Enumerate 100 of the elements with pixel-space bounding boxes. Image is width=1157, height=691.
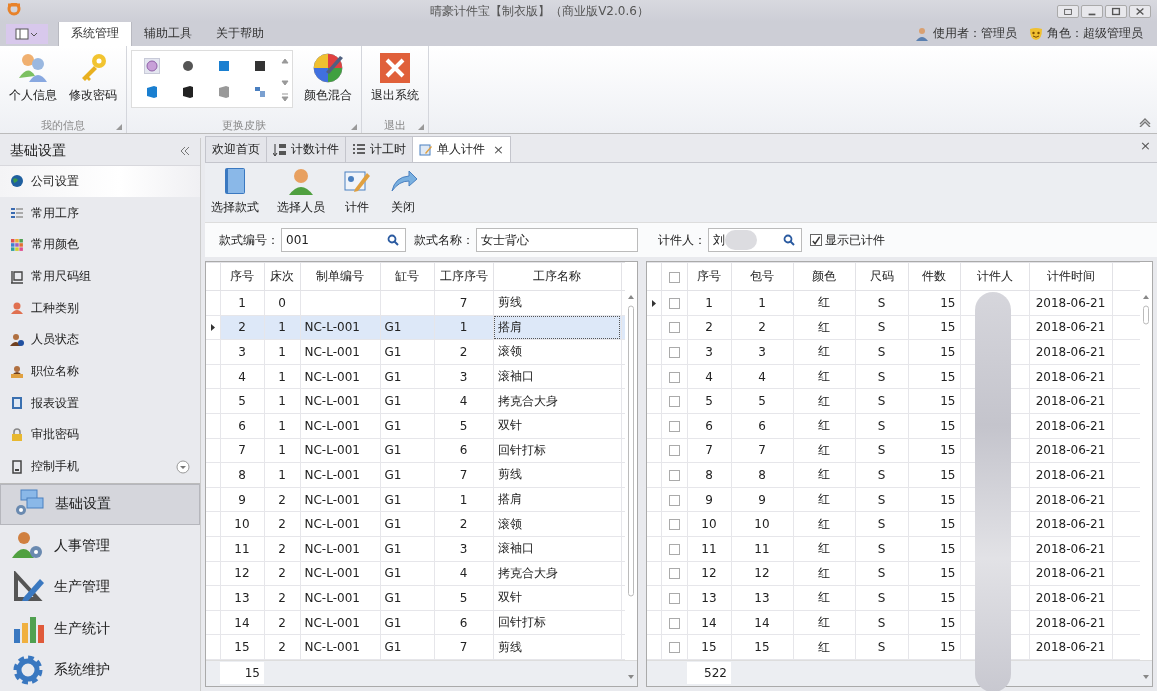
- exit-icon: [379, 52, 411, 84]
- ribbon-tab[interactable]: 系统管理: [58, 20, 132, 46]
- column-header[interactable]: 颜色: [793, 262, 855, 291]
- collapse-ribbon-icon[interactable]: [1139, 117, 1151, 127]
- toolbar-button[interactable]: 关闭: [389, 167, 417, 218]
- checkbox[interactable]: [668, 592, 680, 604]
- checkbox[interactable]: [668, 494, 680, 506]
- user-icon: [915, 26, 929, 41]
- sidebar-item[interactable]: 控制手机: [0, 450, 200, 483]
- checkbox[interactable]: [668, 371, 680, 383]
- ribbon-button[interactable]: 个人信息: [4, 50, 62, 106]
- document-tab[interactable]: 计数计件: [266, 136, 346, 162]
- close-document-button[interactable]: ×: [1140, 138, 1151, 153]
- checkbox[interactable]: [668, 420, 680, 432]
- toolbar-button[interactable]: 选择款式: [211, 167, 259, 218]
- table-cell: NC-L-001: [300, 339, 380, 365]
- column-header[interactable]: 工序序号: [434, 262, 493, 291]
- column-header[interactable]: 包号: [731, 262, 793, 291]
- checkbox[interactable]: [668, 568, 680, 580]
- search-icon[interactable]: [783, 234, 795, 246]
- ribbon-tab[interactable]: 辅助工具: [132, 21, 204, 46]
- column-header[interactable]: 缸号: [380, 262, 434, 291]
- checkbox[interactable]: [668, 271, 680, 283]
- globe-icon: [10, 174, 24, 189]
- column-header[interactable]: 工序名称: [493, 262, 621, 291]
- table-cell: G1: [380, 511, 434, 537]
- nav-item[interactable]: 系统维护: [0, 649, 200, 691]
- dialog-launcher-icon[interactable]: [351, 124, 357, 130]
- table-cell: 2: [264, 561, 300, 586]
- column-header[interactable]: 序号: [687, 262, 731, 291]
- column-header[interactable]: 制单编号: [300, 262, 380, 291]
- table-cell: 15: [908, 610, 960, 635]
- checkbox[interactable]: [668, 322, 680, 334]
- checkbox[interactable]: [668, 347, 680, 358]
- nav-item[interactable]: 基础设置: [0, 483, 200, 525]
- sidebar-item[interactable]: 审批密码: [0, 419, 200, 451]
- skin-icon[interactable]: [181, 85, 195, 99]
- table-cell: 15: [908, 511, 960, 537]
- column-header[interactable]: 尺码: [855, 262, 908, 291]
- checkbox[interactable]: [668, 519, 680, 531]
- toolbar-button[interactable]: 计件: [343, 167, 371, 218]
- checkbox[interactable]: [668, 642, 680, 654]
- close-button[interactable]: [1129, 4, 1151, 18]
- nav-item[interactable]: 人事管理: [0, 525, 200, 567]
- document-tab[interactable]: 欢迎首页: [205, 136, 267, 162]
- sidebar-item[interactable]: 人员状态: [0, 324, 200, 356]
- column-header[interactable]: 序号: [220, 262, 264, 291]
- nav-item[interactable]: 生产统计: [0, 608, 200, 650]
- sidebar-item[interactable]: 报表设置: [0, 387, 200, 420]
- settings-icon: [12, 654, 44, 687]
- table-cell: 红: [793, 511, 855, 537]
- checkbox[interactable]: [668, 617, 680, 629]
- column-header[interactable]: 计件人: [960, 262, 1029, 291]
- document-tab[interactable]: 计工时: [345, 136, 413, 162]
- sidebar-item[interactable]: 职位名称: [0, 355, 200, 388]
- table-cell: 7: [687, 438, 731, 463]
- ribbon-tab[interactable]: 关于帮助: [204, 21, 276, 46]
- fullscreen-button[interactable]: [1057, 4, 1079, 18]
- ribbon-button[interactable]: 颜色混合: [299, 50, 357, 106]
- sidebar-item[interactable]: 工种类别: [0, 292, 200, 325]
- dialog-launcher-icon[interactable]: [116, 124, 122, 130]
- dialog-launcher-icon[interactable]: [418, 124, 424, 130]
- scroll-down-icon[interactable]: [176, 459, 190, 474]
- close-tab-button[interactable]: ×: [493, 142, 504, 157]
- checkbox[interactable]: [668, 445, 680, 457]
- column-header[interactable]: 件数: [908, 262, 960, 291]
- sidebar-item[interactable]: 常用工序: [0, 197, 200, 229]
- table-cell: 10: [687, 511, 731, 537]
- collapse-sidebar-icon[interactable]: [180, 147, 190, 156]
- document-tab[interactable]: 单人计件 ×: [412, 136, 511, 162]
- input-field[interactable]: 刘: [708, 228, 802, 252]
- checkbox[interactable]: [668, 469, 680, 481]
- table-cell: 15: [908, 462, 960, 488]
- checkbox[interactable]: [810, 234, 822, 246]
- toolbar-button[interactable]: 选择人员: [277, 167, 325, 218]
- checkbox[interactable]: [668, 297, 680, 309]
- skin-icon[interactable]: [181, 59, 195, 73]
- app-menu-button[interactable]: [6, 24, 48, 44]
- column-header[interactable]: 床次: [264, 262, 300, 291]
- checkbox[interactable]: [668, 396, 680, 408]
- color-wheel-icon: [312, 52, 344, 84]
- table-cell: 4: [220, 364, 264, 389]
- checkbox[interactable]: [668, 543, 680, 555]
- sidebar-item[interactable]: 公司设置: [0, 165, 200, 198]
- table-cell: NC-L-001: [300, 536, 380, 562]
- input-field[interactable]: 女士背心: [476, 228, 638, 252]
- ribbon-button[interactable]: 修改密码: [64, 50, 122, 106]
- maximize-button[interactable]: [1105, 4, 1127, 18]
- ribbon-button[interactable]: 退出系统: [366, 50, 424, 106]
- sidebar-item[interactable]: 常用颜色: [0, 229, 200, 261]
- table-cell: 13: [687, 585, 731, 611]
- skin-icon[interactable]: [253, 59, 267, 73]
- input-field[interactable]: 001: [281, 228, 406, 252]
- sort-icon: [273, 143, 287, 156]
- column-header[interactable]: 计件时间: [1029, 262, 1112, 291]
- nav-item[interactable]: 生产管理: [0, 566, 200, 608]
- search-icon[interactable]: [387, 234, 399, 246]
- sidebar-item[interactable]: 常用尺码组: [0, 260, 200, 293]
- table-cell: 7: [434, 290, 493, 316]
- table-cell: G1: [380, 413, 434, 439]
